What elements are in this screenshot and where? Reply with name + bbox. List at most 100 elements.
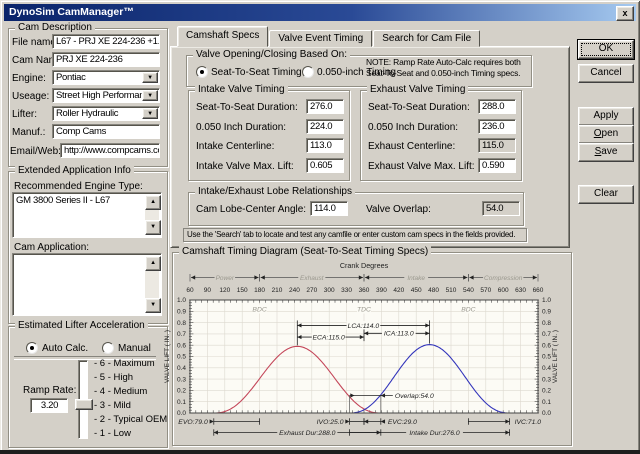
- group-title: Intake Valve Timing: [195, 84, 288, 96]
- svg-text:390: 390: [376, 287, 387, 294]
- svg-text:0.2: 0.2: [177, 388, 186, 395]
- save-button[interactable]: Save: [578, 143, 634, 162]
- tab-valve-event-timing[interactable]: Valve Event Timing: [269, 30, 372, 47]
- scroll-up-icon[interactable]: ▲: [145, 195, 161, 210]
- chevron-down-icon[interactable]: ▼: [142, 72, 158, 83]
- close-icon[interactable]: x: [616, 6, 634, 21]
- intake-row-label: 0.050 Inch Duration:: [196, 122, 286, 133]
- svg-text:0.0: 0.0: [177, 410, 186, 417]
- svg-text:Power: Power: [216, 275, 235, 282]
- auto-calc-radio[interactable]: [26, 342, 38, 354]
- svg-text:0.4: 0.4: [542, 365, 551, 372]
- svg-text:0.0: 0.0: [542, 410, 551, 417]
- clear-button[interactable]: Clear: [578, 185, 634, 204]
- svg-text:0.1: 0.1: [177, 399, 186, 406]
- exhaust-max-lift-field[interactable]: 0.590: [478, 158, 516, 173]
- manual-radio[interactable]: [102, 342, 114, 354]
- chevron-down-icon[interactable]: ▼: [142, 90, 158, 101]
- slider-scale-3: - 3 - Mild: [94, 400, 131, 411]
- engine-type-listbox[interactable]: GM 3800 Series II - L67 ▲ ▼: [12, 192, 162, 238]
- scrollbar[interactable]: ▲ ▼: [145, 256, 159, 313]
- valve-overlap-field: 54.0: [482, 201, 520, 216]
- file-name-field[interactable]: L67 - PRJ XE 224-236 +1.6-1.: [52, 34, 160, 49]
- svg-text:0.9: 0.9: [177, 309, 186, 316]
- exhaust-050-duration-field[interactable]: 236.0: [478, 119, 516, 134]
- intake-050-duration-field[interactable]: 224.0: [306, 119, 344, 134]
- svg-text:360: 360: [359, 287, 370, 294]
- inch-timing-radio[interactable]: [302, 66, 314, 78]
- lobe-center-angle-field[interactable]: 114.0: [310, 201, 348, 216]
- svg-text:450: 450: [411, 287, 422, 294]
- svg-text:EVC:29.0: EVC:29.0: [388, 419, 417, 426]
- manuf-field[interactable]: Comp Cams: [52, 124, 160, 139]
- chevron-down-icon[interactable]: ▼: [142, 108, 158, 119]
- svg-text:120: 120: [219, 287, 230, 294]
- intake-sts-duration-field[interactable]: 276.0: [306, 99, 344, 114]
- title-bar: DynoSim CamManager™ x: [4, 4, 636, 21]
- slider-thumb[interactable]: [75, 399, 93, 410]
- email-web-label: Email/Web:: [10, 146, 61, 157]
- lifter-dropdown[interactable]: Roller Hydraulic ▼: [52, 106, 160, 121]
- ok-button[interactable]: OK: [578, 40, 634, 59]
- scroll-down-icon[interactable]: ▼: [145, 298, 161, 313]
- cancel-button[interactable]: Cancel: [578, 64, 634, 83]
- svg-text:0.9: 0.9: [542, 309, 551, 316]
- svg-text:660: 660: [533, 287, 544, 294]
- manuf-label: Manuf.:: [12, 127, 45, 138]
- apply-button[interactable]: Apply: [578, 107, 634, 126]
- svg-text:210: 210: [272, 287, 283, 294]
- useage-dropdown[interactable]: Street High Performance ▼: [52, 88, 160, 103]
- slider-scale-2: - 2 - Typical OEM: [94, 414, 167, 425]
- seat-to-seat-label: Seat-To-Seat Timing: [211, 67, 302, 78]
- svg-text:VALVE LIFT ( IN. ): VALVE LIFT ( IN. ): [552, 330, 559, 383]
- svg-text:0.5: 0.5: [542, 354, 551, 361]
- svg-text:0.6: 0.6: [177, 342, 186, 349]
- svg-text:1.0: 1.0: [177, 297, 186, 304]
- tab-search-for-cam-file[interactable]: Search for Cam File: [373, 30, 480, 47]
- svg-text:0.2: 0.2: [542, 388, 551, 395]
- exhaust-row-label: Exhaust Centerline:: [368, 141, 455, 152]
- ramp-rate-field[interactable]: 3.20: [30, 398, 68, 413]
- svg-text:270: 270: [306, 287, 317, 294]
- svg-text:Intake Dur:276.0: Intake Dur:276.0: [409, 430, 459, 437]
- scroll-up-icon[interactable]: ▲: [145, 256, 161, 271]
- svg-text:0.3: 0.3: [177, 376, 186, 383]
- status-text: Use the 'Search' tab to locate and test …: [183, 228, 527, 242]
- engine-type-label: Recommended Engine Type:: [14, 181, 143, 192]
- svg-text:BDC: BDC: [252, 306, 266, 313]
- slider-scale-1: - 1 - Low: [94, 428, 131, 439]
- exhaust-centerline-field: 115.0: [478, 138, 516, 153]
- lobe-center-angle-label: Cam Lobe-Center Angle:: [196, 204, 306, 215]
- cam-name-field[interactable]: PRJ XE 224-236: [52, 52, 160, 67]
- ramp-rate-label: Ramp Rate:: [23, 385, 76, 396]
- tab-camshaft-specs[interactable]: Camshaft Specs: [177, 26, 268, 47]
- svg-text:Compression: Compression: [484, 275, 523, 282]
- seat-to-seat-radio[interactable]: [196, 66, 208, 78]
- engine-label: Engine:: [12, 73, 46, 84]
- email-web-field[interactable]: http://www.compcams.com: [60, 143, 160, 158]
- svg-text:240: 240: [289, 287, 300, 294]
- lifter-value: Roller Hydraulic: [56, 108, 118, 119]
- intake-centerline-field[interactable]: 113.0: [306, 138, 344, 153]
- svg-text:0.7: 0.7: [542, 331, 551, 338]
- svg-text:0.5: 0.5: [177, 354, 186, 361]
- open-button[interactable]: Open: [578, 125, 634, 144]
- intake-max-lift-field[interactable]: 0.605: [306, 158, 344, 173]
- svg-text:0.6: 0.6: [542, 342, 551, 349]
- list-item[interactable]: GM 3800 Series II - L67: [16, 195, 110, 206]
- svg-text:0.7: 0.7: [177, 331, 186, 338]
- scrollbar[interactable]: ▲ ▼: [145, 195, 159, 235]
- auto-calc-label: Auto Calc.: [42, 343, 88, 354]
- window-bottom-edge: [0, 450, 640, 454]
- group-title: Cam Description: [15, 22, 95, 34]
- intake-row-label: Intake Centerline:: [196, 141, 274, 152]
- svg-text:570: 570: [480, 287, 491, 294]
- svg-text:BDC: BDC: [461, 306, 475, 313]
- svg-text:600: 600: [498, 287, 509, 294]
- engine-dropdown[interactable]: Pontiac ▼: [52, 70, 160, 85]
- exhaust-sts-duration-field[interactable]: 288.0: [478, 99, 516, 114]
- cam-application-listbox[interactable]: ▲ ▼: [12, 253, 162, 316]
- svg-text:0.8: 0.8: [177, 320, 186, 327]
- scroll-down-icon[interactable]: ▼: [145, 220, 161, 235]
- useage-label: Useage:: [12, 91, 49, 102]
